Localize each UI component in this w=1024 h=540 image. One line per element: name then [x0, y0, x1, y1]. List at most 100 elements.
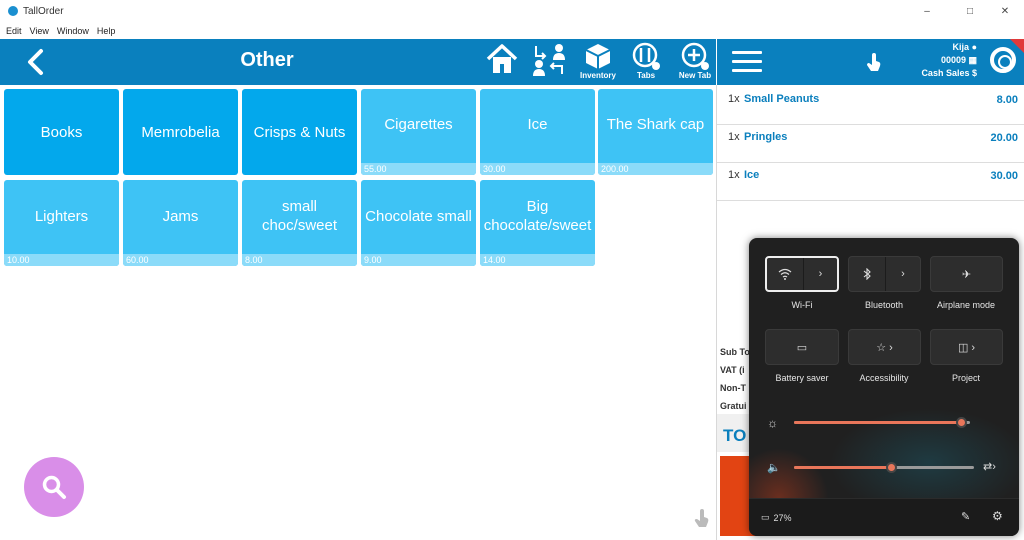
battery-icon: ▭ [761, 512, 770, 522]
app-icon [8, 6, 18, 16]
brightness-slider[interactable] [794, 417, 970, 428]
bluetooth-toggle[interactable]: › [848, 256, 921, 292]
product-tile-cigarettes[interactable]: Cigarettes 55.00 [361, 89, 476, 175]
product-tile-memrobelia[interactable]: Memrobelia [123, 89, 238, 175]
add-circle-icon [681, 42, 709, 70]
product-tile-jams[interactable]: Jams 60.00 [123, 180, 238, 266]
transfer-users-icon [533, 44, 565, 76]
project-toggle[interactable]: ◫ › [930, 329, 1003, 365]
receipt-icon: ▦ [968, 55, 977, 65]
window-title: TallOrder [23, 5, 64, 17]
bluetooth-label: Bluetooth [864, 300, 904, 310]
chevron-left-icon [28, 49, 43, 75]
hamburger-menu-icon[interactable] [732, 51, 762, 78]
product-price: 55.00 [361, 163, 476, 175]
title-bar: TallOrder – □ ✕ [0, 0, 1024, 22]
new-tab-button[interactable]: New Tab [675, 42, 715, 82]
battery-status[interactable]: ▭ 27% [761, 512, 792, 523]
vat-label: VAT (i [720, 365, 745, 375]
wifi-toggle[interactable]: › [765, 256, 839, 292]
product-price: 14.00 [480, 254, 595, 266]
battery-saver-icon: ▭ [796, 341, 808, 354]
search-button[interactable] [24, 457, 84, 517]
order-item: Pringles [744, 131, 788, 143]
touch-mode-icon[interactable] [867, 53, 881, 76]
battery-percent: 27% [773, 512, 792, 523]
product-name: Big chocolate/sweet [483, 198, 592, 234]
airplane-toggle[interactable]: ✈ [930, 256, 1003, 292]
project-icon: ◫ › [957, 341, 976, 354]
page-title: Other [240, 49, 294, 71]
product-name: small choc/sweet [261, 198, 338, 234]
product-tile-ice[interactable]: Ice 30.00 [480, 89, 595, 175]
volume-fill [794, 466, 892, 469]
product-name: Memrobelia [141, 123, 220, 141]
order-line[interactable]: 1x Small Peanuts 8.00 [717, 87, 1024, 125]
back-button[interactable] [18, 46, 52, 78]
volume-slider[interactable] [794, 462, 974, 473]
order-qty: 1x [728, 169, 740, 181]
transfer-button[interactable] [529, 42, 569, 82]
totals-section: Sub To VAT (i Non-T Gratui [720, 347, 750, 419]
product-name: Crisps & Nuts [253, 123, 346, 141]
accessibility-icon: ☆ › [876, 341, 893, 354]
search-icon [42, 475, 66, 499]
close-button[interactable]: ✕ [988, 0, 1022, 22]
product-tile-small-choc[interactable]: small choc/sweet 8.00 [242, 180, 357, 266]
product-price: 10.00 [4, 254, 119, 266]
product-name: Lighters [34, 207, 89, 225]
product-name: Chocolate small [365, 207, 472, 225]
brightness-fill [794, 421, 962, 424]
product-tile-big-chocolate[interactable]: Big chocolate/sweet 14.00 [480, 180, 595, 266]
edit-icon[interactable]: ✎ [961, 510, 970, 523]
settings-gear-icon[interactable]: ⚙ [992, 509, 1003, 523]
total-label: TO [723, 426, 747, 445]
quick-settings-footer: ▭ 27% ✎ ⚙ [749, 498, 1019, 536]
product-name: The Shark cap [606, 116, 705, 133]
inventory-button[interactable]: Inventory [577, 42, 619, 82]
product-tile-lighters[interactable]: Lighters 10.00 [4, 180, 119, 266]
product-tile-shark-cap[interactable]: The Shark cap 200.00 [598, 89, 713, 175]
product-tile-chocolate-small[interactable]: Chocolate small 9.00 [361, 180, 476, 266]
maximize-button[interactable]: □ [953, 0, 987, 22]
wifi-icon[interactable] [767, 258, 804, 290]
volume-icon[interactable]: 🔈 [767, 461, 781, 474]
order-line[interactable]: 1x Ice 30.00 [717, 163, 1024, 201]
order-amount: 8.00 [996, 94, 1018, 106]
notification-flag [1010, 39, 1024, 53]
menu-view[interactable]: View [30, 26, 49, 36]
category-header: Other Inventory Tabs New Tab [0, 39, 716, 85]
accessibility-toggle[interactable]: ☆ › [848, 329, 921, 365]
new-tab-label: New Tab [678, 71, 712, 80]
audio-output-icon[interactable]: ⇄› [983, 460, 996, 473]
home-button[interactable] [484, 42, 520, 82]
bluetooth-icon[interactable] [849, 257, 886, 291]
product-tile-crisps-nuts[interactable]: Crisps & Nuts [242, 89, 357, 175]
menu-help[interactable]: Help [97, 26, 116, 36]
battery-saver-toggle[interactable]: ▭ [765, 329, 839, 365]
product-price: 200.00 [598, 163, 713, 175]
menu-edit[interactable]: Edit [6, 26, 22, 36]
product-name: Jams [162, 207, 199, 225]
minimize-button[interactable]: – [910, 0, 944, 22]
airplane-label: Airplane mode [936, 300, 996, 310]
inventory-label: Inventory [579, 71, 616, 80]
tabs-button[interactable]: Tabs [630, 42, 662, 82]
chevron-right-icon[interactable]: › [886, 257, 920, 291]
order-number: 00009 [940, 55, 966, 65]
product-price: 60.00 [123, 254, 238, 266]
product-tile-books[interactable]: Books [4, 89, 119, 175]
accessibility-label: Accessibility [859, 373, 909, 383]
menu-bar: Edit View Window Help [0, 22, 1024, 39]
product-price: 30.00 [480, 163, 595, 175]
chevron-right-icon[interactable]: › [804, 258, 837, 290]
order-line[interactable]: 1x Pringles 20.00 [717, 125, 1024, 163]
money-icon: $ [971, 68, 977, 78]
order-info: Kija ● 00009 ▦ Cash Sales $ [921, 41, 977, 80]
home-icon [486, 44, 518, 73]
menu-window[interactable]: Window [57, 26, 89, 36]
project-label: Project [951, 373, 980, 383]
order-header: Kija ● 00009 ▦ Cash Sales $ [717, 39, 1024, 85]
order-qty: 1x [728, 93, 740, 105]
airplane-icon: ✈ [961, 268, 972, 281]
